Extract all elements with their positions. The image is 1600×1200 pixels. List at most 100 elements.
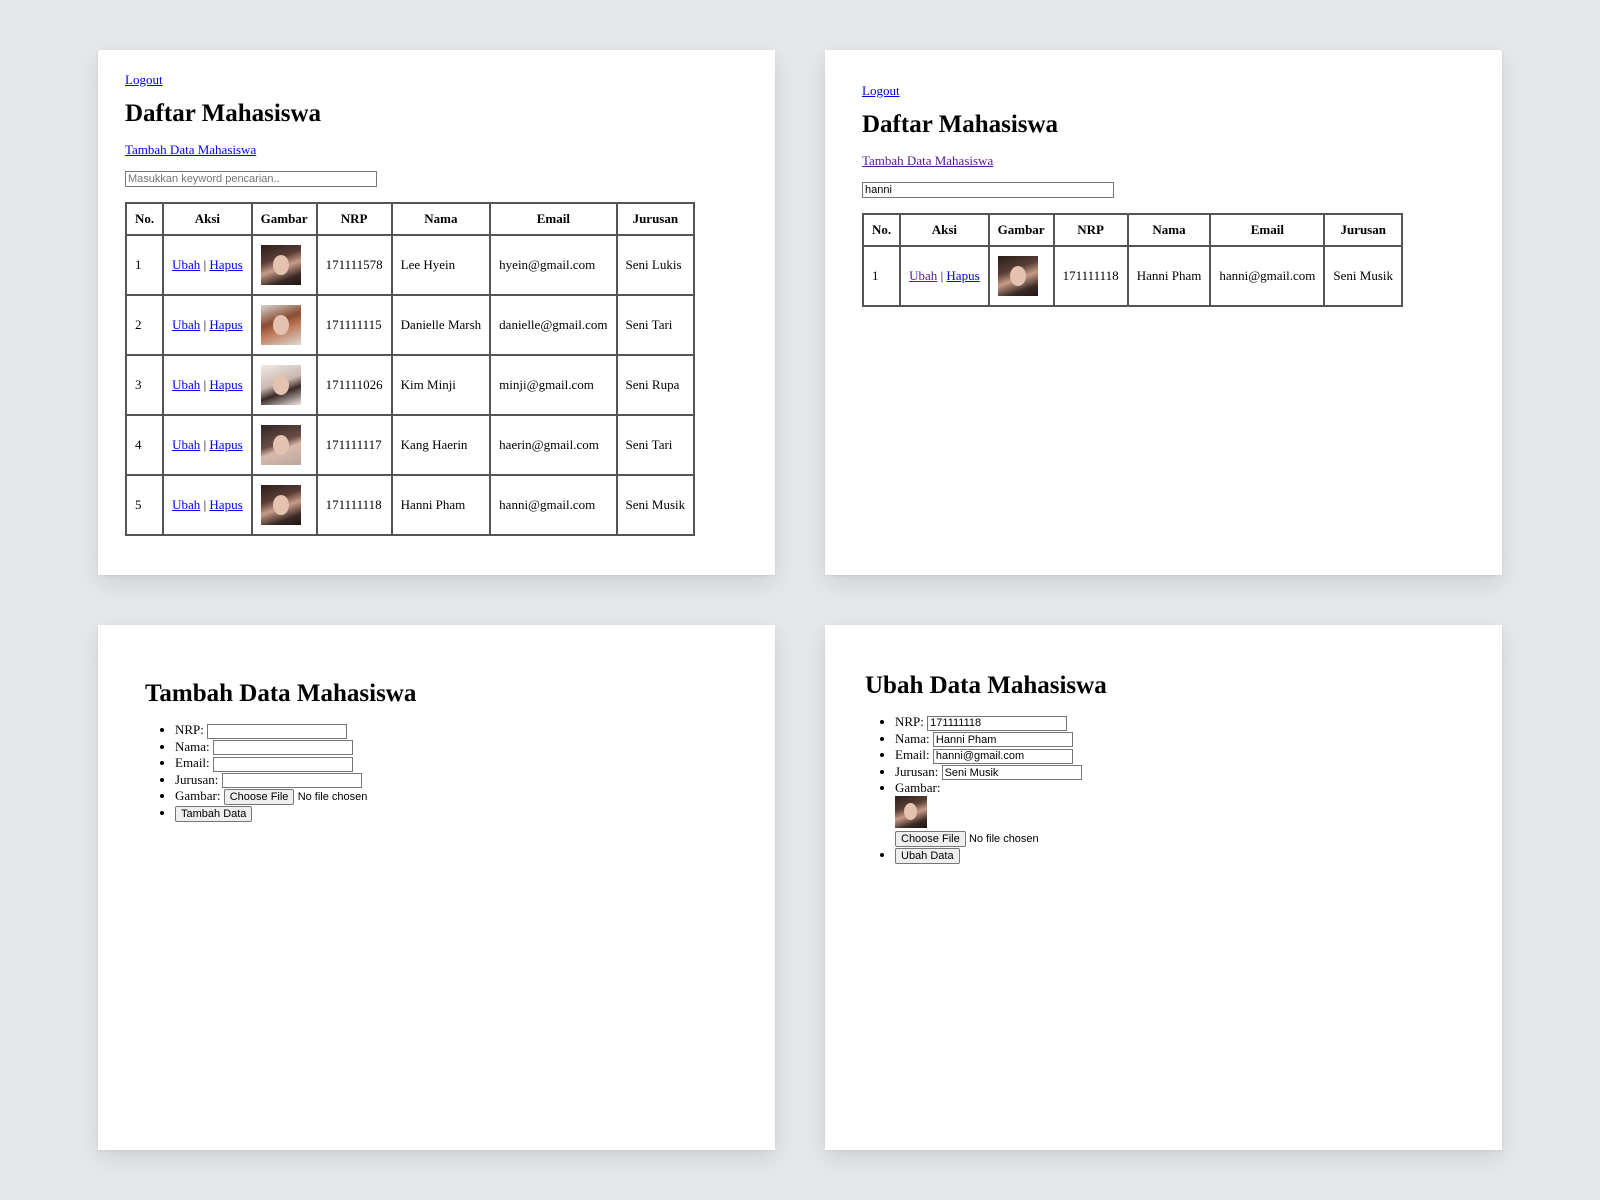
action-separator: |: [203, 257, 207, 272]
action-separator: |: [203, 497, 207, 512]
form-row-email: Email:: [175, 755, 416, 772]
logout-link[interactable]: Logout: [125, 72, 695, 88]
nama-cell: Danielle Marsh: [390, 294, 492, 356]
nama-cell: Lee Hyein: [390, 234, 492, 296]
add-student-page: Tambah Data Mahasiswa NRP: Nama: Email: …: [98, 625, 775, 1150]
row-number: 4: [124, 414, 165, 476]
jurusan-input[interactable]: [941, 765, 1082, 781]
delete-link[interactable]: Hapus: [209, 497, 242, 512]
student-list-page: Logout Daftar Mahasiswa Tambah Data Maha…: [98, 50, 775, 575]
actions-cell: Ubah | Hapus: [899, 245, 990, 307]
nrp-input[interactable]: [927, 715, 1068, 731]
student-table: No. Aksi Gambar NRP Nama Email Jurusan 1 Ubah |…: [124, 202, 696, 536]
jurusan-cell: Seni Musik: [615, 474, 696, 536]
column-header: Email: [1209, 213, 1326, 247]
delete-link[interactable]: Hapus: [946, 268, 979, 283]
choose-file-button[interactable]: Choose File: [223, 789, 295, 806]
jurusan-cell: Seni Tari: [615, 294, 696, 356]
photo-cell: [250, 294, 318, 356]
nrp-input[interactable]: [207, 723, 348, 739]
gambar-label: Gambar:: [895, 780, 941, 796]
search-input[interactable]: [125, 171, 377, 187]
email-cell: danielle@gmail.com: [489, 294, 618, 356]
logout-link[interactable]: Logout: [862, 83, 1403, 99]
table-row: 4 Ubah | Hapus 171111117 Kang Haerin haerin@…: [124, 414, 696, 476]
nama-label: Nama:: [175, 738, 210, 754]
nrp-cell: 171111115: [315, 294, 393, 356]
actions-cell: Ubah | Hapus: [162, 474, 253, 536]
action-separator: |: [203, 437, 207, 452]
action-separator: |: [203, 377, 207, 392]
form-row-jurusan: Jurusan:: [175, 772, 416, 789]
add-student-link[interactable]: Tambah Data Mahasiswa: [862, 153, 1403, 169]
student-photo: [260, 305, 301, 345]
column-header: No.: [861, 213, 902, 247]
column-header: Gambar: [250, 202, 318, 236]
page-title: Tambah Data Mahasiswa: [145, 680, 417, 707]
email-cell: hanni@gmail.com: [1209, 245, 1326, 307]
nama-input[interactable]: [932, 732, 1073, 748]
table-row: 1 Ubah | Hapus 171111118 Hanni Pham hanni@gm…: [861, 245, 1404, 307]
row-number: 1: [861, 245, 902, 307]
add-student-form: NRP: Nama: Email: Jurusan: Gambar: Choos…: [145, 722, 416, 823]
edit-link[interactable]: Ubah: [172, 497, 200, 512]
delete-link[interactable]: Hapus: [209, 437, 242, 452]
row-number: 1: [124, 234, 165, 296]
form-row-gambar: Gambar: Choose File No file chosen: [175, 788, 416, 806]
nama-cell: Kim Minji: [390, 354, 492, 416]
column-header: No.: [124, 202, 165, 236]
action-separator: |: [940, 268, 944, 283]
edit-link[interactable]: Ubah: [172, 257, 200, 272]
jurusan-cell: Seni Lukis: [615, 234, 696, 296]
form-row-submit: Ubah Data: [895, 847, 1107, 865]
tambah-data-button[interactable]: Tambah Data: [175, 806, 253, 823]
page-title: Daftar Mahasiswa: [125, 100, 322, 127]
table-header-row: No. Aksi Gambar NRP Nama Email Jurusan: [861, 213, 1404, 247]
column-header: Gambar: [987, 213, 1055, 247]
student-photo: [260, 245, 301, 285]
edit-link[interactable]: Ubah: [909, 268, 937, 283]
email-input[interactable]: [932, 748, 1073, 764]
choose-file-button[interactable]: Choose File: [895, 831, 966, 848]
nrp-label: NRP:: [175, 722, 204, 737]
edit-link[interactable]: Ubah: [172, 317, 200, 332]
form-row-nrp: NRP:: [895, 714, 1107, 731]
table-row: 2 Ubah | Hapus 171111115 Danielle Marsh dani…: [124, 294, 696, 356]
actions-cell: Ubah | Hapus: [162, 414, 253, 476]
jurusan-cell: Seni Rupa: [615, 354, 696, 416]
delete-link[interactable]: Hapus: [209, 257, 242, 272]
column-header: Jurusan: [615, 202, 696, 236]
column-header: NRP: [315, 202, 393, 236]
email-input[interactable]: [212, 756, 353, 772]
jurusan-label: Jurusan:: [175, 771, 219, 787]
nrp-cell: 171111118: [1052, 245, 1129, 307]
search-input[interactable]: [862, 182, 1114, 198]
jurusan-label: Jurusan:: [895, 763, 939, 779]
photo-cell: [250, 474, 318, 536]
edit-link[interactable]: Ubah: [172, 377, 200, 392]
student-photo: [260, 365, 301, 405]
delete-link[interactable]: Hapus: [209, 377, 242, 392]
actions-cell: Ubah | Hapus: [162, 234, 253, 296]
nama-input[interactable]: [212, 740, 353, 756]
student-search-page: Logout Daftar Mahasiswa Tambah Data Maha…: [825, 50, 1502, 575]
table-row: 1 Ubah | Hapus 171111578 Lee Hyein hyein@gma…: [124, 234, 696, 296]
column-header: Aksi: [899, 213, 990, 247]
delete-link[interactable]: Hapus: [209, 317, 242, 332]
add-student-link[interactable]: Tambah Data Mahasiswa: [125, 142, 695, 158]
jurusan-cell: Seni Musik: [1323, 245, 1404, 307]
current-photo: [895, 796, 927, 829]
row-number: 3: [124, 354, 165, 416]
table-row: 5 Ubah | Hapus 171111118 Hanni Pham hanni@gm…: [124, 474, 696, 536]
email-cell: minji@gmail.com: [489, 354, 618, 416]
ubah-data-button[interactable]: Ubah Data: [895, 848, 960, 865]
jurusan-input[interactable]: [221, 773, 362, 789]
edit-link[interactable]: Ubah: [172, 437, 200, 452]
column-header: Nama: [1126, 213, 1212, 247]
student-photo: [997, 256, 1038, 296]
edit-student-form: NRP: Nama: Email: Jurusan: Gambar: Choos…: [865, 714, 1107, 865]
column-header: Aksi: [162, 202, 253, 236]
nama-cell: Hanni Pham: [1126, 245, 1212, 307]
gambar-label: Gambar:: [175, 788, 221, 804]
student-table-body: 1 Ubah | Hapus 171111118 Hanni Pham hanni@gm…: [861, 245, 1404, 307]
